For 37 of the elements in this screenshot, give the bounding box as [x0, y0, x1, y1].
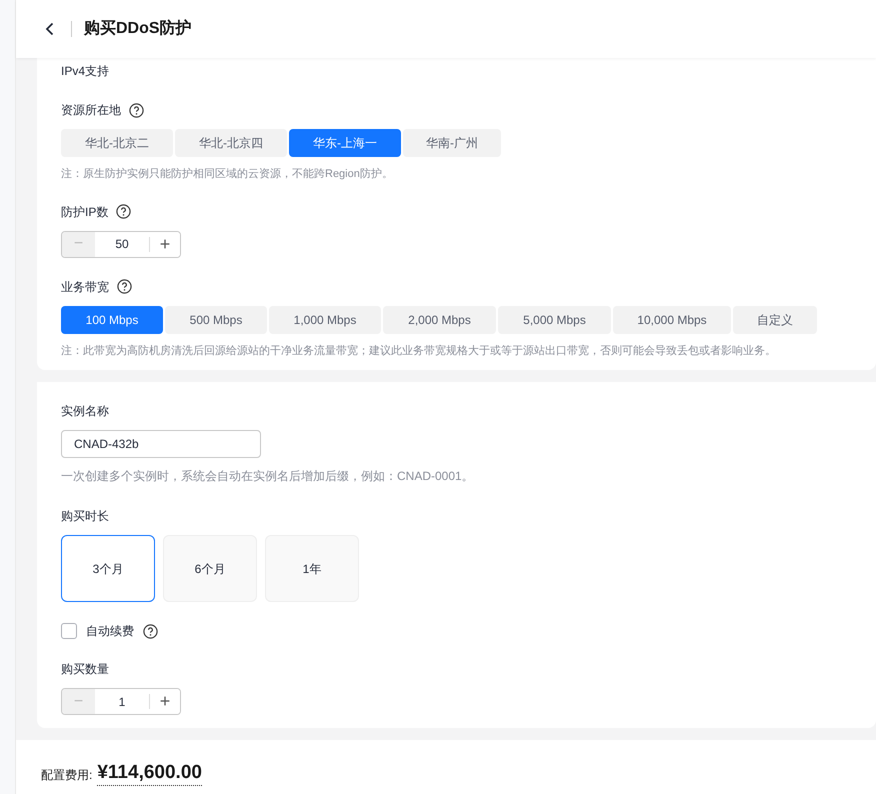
- back-icon[interactable]: [45, 22, 55, 36]
- bandwidth-note: 注：此带宽为高防机房清洗后回源给源站的干净业务流量带宽；建议此业务带宽规格大于或等于源站出口带宽，否则可能会导致丢包或者影响业务。: [61, 344, 777, 358]
- field-label: IPv4支持: [61, 64, 110, 78]
- option-button[interactable]: 自定义: [733, 306, 817, 334]
- duration-option[interactable]: 3个月: [61, 535, 155, 602]
- option-button[interactable]: 10,000 Mbps: [613, 306, 731, 334]
- option-button[interactable]: 华北-北京二: [61, 129, 173, 157]
- help-icon[interactable]: [143, 624, 158, 638]
- auto-renew-checkbox[interactable]: [61, 623, 77, 639]
- field-label: 购买数量: [61, 661, 109, 678]
- number-stepper[interactable]: − 1 +: [61, 688, 181, 715]
- instance-name-hint: 一次创建多个实例时，系统会自动在实例名后增加后缀，例如：CNAD-0001。: [61, 468, 475, 485]
- fee-label: 配置费用:: [41, 767, 92, 784]
- option-button[interactable]: 华东-上海一: [289, 129, 401, 157]
- field-label: 业务带宽: [61, 278, 109, 296]
- option-button[interactable]: 5,000 Mbps: [498, 306, 611, 334]
- field-label: 购买时长: [61, 508, 109, 525]
- option-button[interactable]: 1,000 Mbps: [269, 306, 381, 334]
- field-label: 资源所在地: [61, 102, 121, 119]
- page-title: 购买DDoS防护: [84, 18, 192, 39]
- option-button[interactable]: 500 Mbps: [165, 306, 267, 334]
- duration-option[interactable]: 6个月: [163, 535, 257, 602]
- field-label: 实例名称: [61, 403, 109, 420]
- help-icon[interactable]: [117, 279, 132, 294]
- field-label: 防护IP数: [61, 204, 108, 220]
- region-note: 注：原生防护实例只能防护相同区域的云资源，不能跨Region防护。: [61, 166, 394, 182]
- fee-amount: ¥114,600.00: [97, 761, 202, 786]
- auto-renew-label: 自动续费: [86, 623, 134, 640]
- number-stepper[interactable]: − 50 +: [61, 230, 181, 258]
- option-button[interactable]: 2,000 Mbps: [383, 306, 496, 334]
- instance-name-input[interactable]: CNAD-432b: [61, 430, 261, 458]
- help-icon[interactable]: [129, 102, 144, 118]
- help-icon[interactable]: [116, 204, 132, 219]
- option-button[interactable]: 100 Mbps: [61, 306, 163, 334]
- duration-option[interactable]: 1年: [265, 535, 359, 602]
- option-button[interactable]: 华南-广州: [403, 129, 501, 157]
- option-button[interactable]: 华北-北京四: [175, 129, 287, 157]
